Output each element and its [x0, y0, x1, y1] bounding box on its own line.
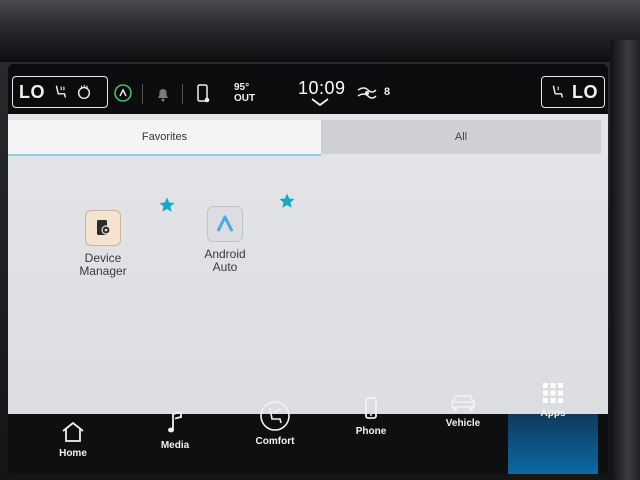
apps-content: Favorites All Device Manager Android Aut… — [8, 114, 608, 414]
nav-phone[interactable]: Phone — [336, 396, 406, 437]
tab-favorites[interactable]: Favorites — [8, 120, 321, 156]
phone-connected-icon[interactable] — [196, 84, 210, 104]
passenger-temp: LO — [572, 81, 598, 102]
notification-bell-icon[interactable] — [156, 86, 170, 102]
status-divider — [182, 84, 183, 104]
status-bar: LO 95° OUT 10:09 8 LO — [8, 64, 608, 114]
nav-apps-highlight — [508, 414, 598, 474]
clock: 10:09 — [298, 78, 346, 98]
favorite-star-icon[interactable] — [158, 196, 176, 214]
chevron-down-icon[interactable] — [311, 98, 329, 106]
nav-vehicle[interactable]: Vehicle — [428, 392, 498, 429]
nav-comfort[interactable]: Comfort — [240, 400, 310, 447]
bottom-nav: Home Media Comfort Phone Vehicle Apps — [8, 383, 608, 474]
music-note-icon — [168, 410, 182, 433]
app-android-auto[interactable]: Android Auto — [190, 206, 260, 274]
tab-all[interactable]: All — [321, 120, 601, 154]
home-icon — [62, 421, 84, 442]
outside-temperature: 95° OUT — [234, 82, 256, 104]
heated-seat-icon — [552, 85, 564, 98]
favorite-star-icon[interactable] — [278, 192, 296, 210]
android-auto-icon — [207, 206, 243, 242]
status-divider — [142, 84, 143, 104]
driver-temp: LO — [19, 81, 45, 102]
bezel-edge — [610, 40, 640, 480]
heated-seat-icon — [55, 85, 67, 98]
heated-steering-icon — [77, 84, 91, 100]
fan-icon[interactable] — [356, 84, 378, 102]
comfort-seat-icon — [260, 401, 290, 431]
apps-grid-icon — [543, 383, 563, 403]
device-manager-icon — [85, 210, 121, 246]
nav-media[interactable]: Media — [140, 410, 210, 451]
eco-mode-icon — [114, 84, 132, 102]
passenger-climate-button[interactable]: LO — [541, 76, 605, 108]
dashboard-trim — [0, 0, 640, 62]
nav-apps[interactable]: Apps — [518, 382, 588, 419]
phone-icon — [365, 397, 377, 419]
infotainment-screen: LO 95° OUT 10:09 8 LO Favorites All Devi… — [8, 64, 608, 474]
vehicle-icon — [451, 395, 475, 411]
app-device-manager[interactable]: Device Manager — [68, 210, 138, 278]
nav-home[interactable]: Home — [38, 420, 108, 459]
driver-climate-button[interactable]: LO — [12, 76, 108, 108]
fan-level: 8 — [384, 86, 391, 98]
